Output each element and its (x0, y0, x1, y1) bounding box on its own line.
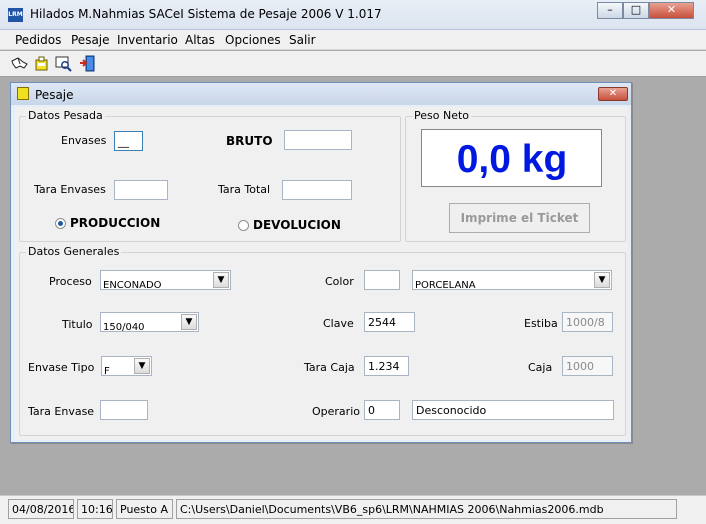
status-bar: 04/08/2016 10:16 Puesto A C:\Users\Danie… (0, 495, 706, 524)
toolbar (0, 51, 706, 77)
maximize-button[interactable]: □ (623, 2, 649, 19)
scale-icon (17, 87, 29, 100)
exit-door-icon[interactable] (79, 55, 96, 72)
estiba-label: Estiba (524, 317, 558, 330)
clave-input[interactable]: 2544 (364, 312, 415, 332)
envase-tipo-label: Envase Tipo (28, 361, 95, 374)
chevron-down-icon[interactable]: ▼ (213, 272, 229, 288)
status-time: 10:16 (77, 499, 113, 519)
titulo-dropdown[interactable]: 150/040 ▼ (100, 312, 199, 332)
color-label: Color (325, 275, 354, 288)
bruto-label: BRUTO (226, 134, 273, 148)
menu-pedidos[interactable]: Pedidos (15, 33, 61, 47)
proceso-label: Proceso (49, 275, 92, 288)
operario-id-input[interactable]: 0 (364, 400, 400, 420)
devolucion-label[interactable]: DEVOLUCION (253, 218, 341, 232)
caja-input: 1000 (562, 356, 613, 376)
envase-tipo-dropdown[interactable]: F ▼ (101, 356, 152, 376)
datos-pesada-legend: Datos Pesada (26, 109, 105, 122)
tara-envase-label: Tara Envase (28, 405, 95, 418)
bruto-input[interactable] (284, 130, 352, 150)
pesaje-close-button[interactable]: ✕ (598, 87, 628, 101)
menu-opciones[interactable]: Opciones (225, 33, 281, 47)
status-date: 04/08/2016 (8, 499, 74, 519)
search-document-icon[interactable] (55, 55, 72, 72)
app-logo-icon: LRM (8, 8, 23, 22)
close-button[interactable]: ✕ (649, 2, 694, 19)
color-dropdown[interactable]: PORCELANA ▼ (412, 270, 612, 290)
caja-label: Caja (528, 361, 553, 374)
envases-label: Envases (61, 134, 107, 147)
tara-envases-input[interactable] (114, 180, 168, 200)
tara-total-input[interactable] (282, 180, 352, 200)
envase-tipo-value: F (104, 366, 110, 376)
envases-input[interactable]: __ (114, 131, 143, 151)
pesaje-title-bar: Pesaje ✕ (11, 83, 631, 105)
status-db-path: C:\Users\Daniel\Documents\VB6_sp6\LRM\NA… (176, 499, 677, 519)
produccion-radio[interactable] (55, 218, 66, 229)
tara-envase-input[interactable] (100, 400, 148, 420)
devolucion-radio[interactable] (238, 220, 249, 231)
menu-altas[interactable]: Altas (185, 33, 215, 47)
menu-salir[interactable]: Salir (289, 33, 316, 47)
app-title: Hilados M.Nahmias SACeI Sistema de Pesaj… (30, 7, 382, 21)
minimize-button[interactable]: – (597, 2, 623, 19)
peso-neto-display: 0,0 kg (421, 129, 602, 187)
titulo-value: 150/040 (103, 322, 145, 332)
produccion-label[interactable]: PRODUCCION (70, 216, 160, 230)
chevron-down-icon[interactable]: ▼ (134, 358, 150, 374)
tara-total-label: Tara Total (218, 183, 271, 196)
menu-pesaje[interactable]: Pesaje (71, 33, 110, 47)
scale-icon[interactable] (33, 55, 50, 72)
color-value: PORCELANA (415, 280, 476, 290)
titulo-label: Titulo (62, 318, 93, 331)
estiba-input: 1000/8 (562, 312, 613, 332)
chevron-down-icon[interactable]: ▼ (181, 314, 197, 330)
proceso-dropdown[interactable]: ENCONADO ▼ (100, 270, 231, 290)
handshake-icon[interactable] (11, 55, 28, 72)
operario-name-input[interactable]: Desconocido (412, 400, 614, 420)
menu-bar: Pedidos Pesaje Inventario Altas Opciones… (0, 30, 706, 50)
tara-caja-input[interactable]: 1.234 (364, 356, 409, 376)
tara-envases-label: Tara Envases (34, 183, 106, 196)
menu-inventario[interactable]: Inventario (117, 33, 178, 47)
clave-label: Clave (323, 317, 354, 330)
datos-generales-legend: Datos Generales (26, 245, 122, 258)
status-puesto: Puesto A (116, 499, 173, 519)
tara-caja-label: Tara Caja (304, 361, 355, 374)
operario-label: Operario (312, 405, 360, 418)
peso-neto-legend: Peso Neto (412, 109, 472, 122)
pesaje-title: Pesaje (35, 88, 74, 102)
print-ticket-button[interactable]: Imprime el Ticket (449, 203, 590, 233)
app-title-bar: LRM Hilados M.Nahmias SACeI Sistema de P… (0, 0, 706, 30)
chevron-down-icon[interactable]: ▼ (594, 272, 610, 288)
color-code-input[interactable] (364, 270, 400, 290)
proceso-value: ENCONADO (103, 280, 162, 290)
peso-neto-value: 0,0 kg (456, 138, 568, 181)
